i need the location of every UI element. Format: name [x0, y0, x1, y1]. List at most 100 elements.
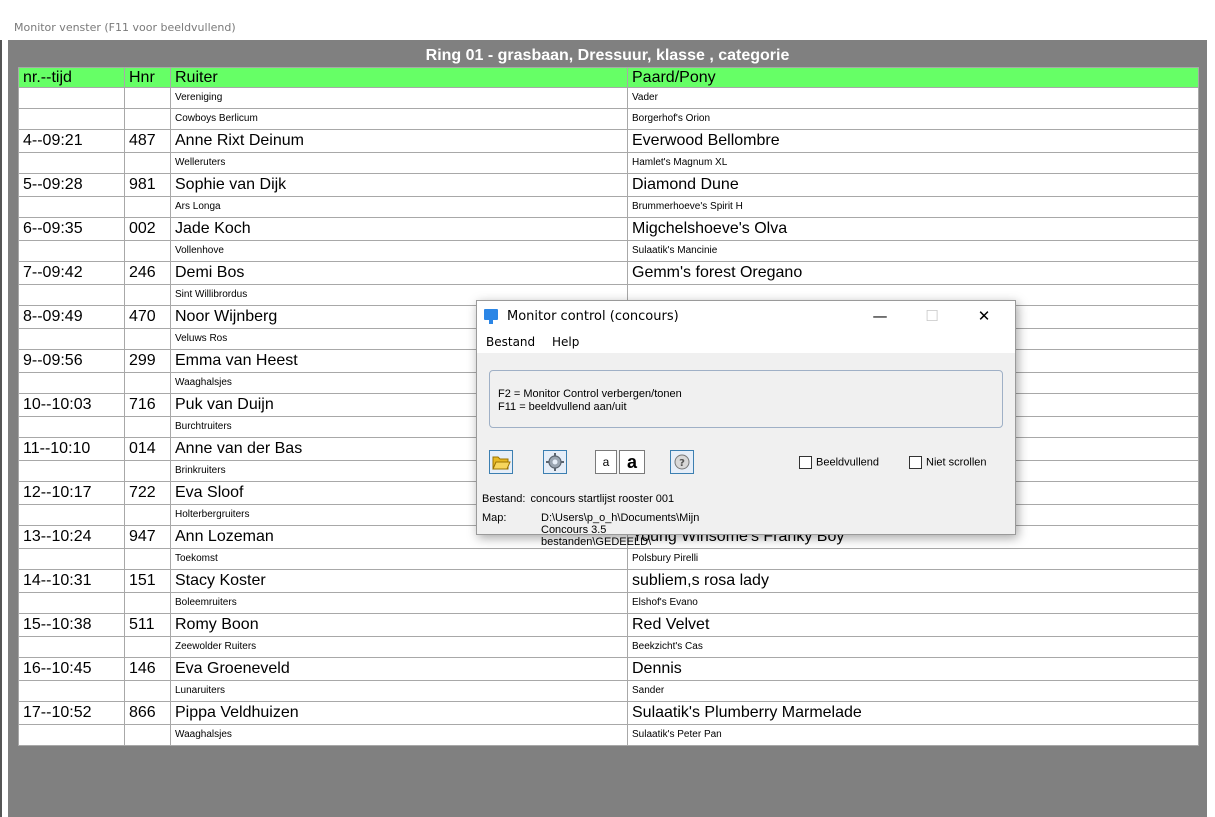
table-subrow: Cowboys Berlicum Borgerhof's Orion [18, 108, 1199, 130]
cell-horse: Everwood Bellombre [627, 129, 1199, 153]
no-scroll-checkbox[interactable]: Niet scrollen [909, 456, 987, 469]
menu-bestand[interactable]: Bestand [486, 335, 535, 349]
dialog-titlebar[interactable]: Monitor control (concours) — ☐ ✕ [477, 301, 1015, 331]
monitor-control-dialog: Monitor control (concours) — ☐ ✕ Bestand… [476, 300, 1016, 548]
window-edge [0, 40, 2, 817]
cell-time: 4--09:21 [18, 129, 125, 153]
cell-time: 6--09:35 [18, 217, 125, 241]
close-button[interactable]: ✕ [961, 301, 1007, 331]
cell-hnr: 014 [124, 437, 171, 461]
font-smaller-button[interactable]: a [595, 450, 617, 474]
cell-rider: Sophie van Dijk [170, 173, 628, 197]
cell-time: 11--10:10 [18, 437, 125, 461]
cell-time: 12--10:17 [18, 481, 125, 505]
table-row: 7--09:42 246 Demi Bos Gemm's forest Oregano [18, 261, 1199, 285]
cell-time: 7--09:42 [18, 261, 125, 285]
cell-hnr: 470 [124, 305, 171, 329]
cell-hnr: 146 [124, 657, 171, 681]
cell-time: 9--09:56 [18, 349, 125, 373]
table-row: 4--09:21 487 Anne Rixt Deinum Everwood Bell… [18, 129, 1199, 153]
cell-sire: Sander [627, 680, 1199, 702]
file-info-line: Bestand: concours startlijst rooster 001 [482, 493, 674, 505]
cell-sire: Hamlet's Magnum XL [627, 152, 1199, 174]
svg-text:?: ? [679, 458, 685, 469]
cell-sire: Beekzicht's Cas [627, 636, 1199, 658]
cell-sire: Sulaatik's Mancinie [627, 240, 1199, 262]
cell-hnr: 151 [124, 569, 171, 593]
maximize-button[interactable]: ☐ [909, 301, 955, 331]
cell-hnr: 299 [124, 349, 171, 373]
window-title: Monitor venster (F11 voor beeldvullend) [14, 21, 236, 34]
cell-horse: Dennis [627, 657, 1199, 681]
table-subrow: Vollenhove Sulaatik's Mancinie [18, 240, 1199, 262]
minimize-button[interactable]: — [857, 301, 903, 331]
cell-hnr: 866 [124, 701, 171, 725]
cell-club: Cowboys Berlicum [170, 108, 628, 130]
cell-sire: Polsbury Pirelli [627, 548, 1199, 570]
cell-time: 16--10:45 [18, 657, 125, 681]
cell-time: 8--09:49 [18, 305, 125, 329]
table-row: 15--10:38 511 Romy Boon Red Velvet [18, 613, 1199, 637]
cell-rider: Stacy Koster [170, 569, 628, 593]
table-subrow: Zeewolder Ruiters Beekzicht's Cas [18, 636, 1199, 658]
cell-club: Waaghalsjes [170, 724, 628, 746]
cell-club: Ars Longa [170, 196, 628, 218]
cell-club: Boleemruiters [170, 592, 628, 614]
table-header-row: nr.--tijd Hnr Ruiter Paard/Pony [18, 67, 1199, 88]
settings-button[interactable] [543, 450, 567, 474]
col-header-club: Vereniging [170, 87, 628, 109]
cell-hnr: 511 [124, 613, 171, 637]
table-subrow: Ars Longa Brummerhoeve's Spirit H [18, 196, 1199, 218]
shortcut-f2-text: F2 = Monitor Control verbergen/tonen [498, 388, 682, 400]
col-header-rider: Ruiter [170, 67, 628, 88]
col-header-horse: Paard/Pony [627, 67, 1199, 88]
cell-rider: Anne Rixt Deinum [170, 129, 628, 153]
cell-hnr: 981 [124, 173, 171, 197]
col-header-sire: Vader [627, 87, 1199, 109]
menu-help[interactable]: Help [552, 335, 579, 349]
table-subrow: Waaghalsjes Sulaatik's Peter Pan [18, 724, 1199, 746]
table-subrow: Welleruters Hamlet's Magnum XL [18, 152, 1199, 174]
open-file-button[interactable] [489, 450, 513, 474]
shortcut-f11-text: F11 = beeldvullend aan/uit [498, 401, 627, 413]
cell-rider: Romy Boon [170, 613, 628, 637]
col-header-hnr: Hnr [124, 67, 171, 88]
shortcut-info-box: F2 = Monitor Control verbergen/tonen F11… [489, 370, 1003, 428]
cell-hnr: 716 [124, 393, 171, 417]
cell-rider: Jade Koch [170, 217, 628, 241]
no-scroll-checkbox-box[interactable] [909, 456, 922, 469]
ring-title: Ring 01 - grasbaan, Dressuur, klasse , c… [425, 47, 790, 64]
cell-hnr: 722 [124, 481, 171, 505]
gear-icon [546, 453, 564, 471]
dialog-menubar: Bestand Help [477, 331, 1015, 353]
file-value: concours startlijst rooster 001 [530, 493, 675, 505]
font-larger-button[interactable]: a [619, 450, 645, 474]
fullscreen-checkbox-label: Beeldvullend [816, 456, 879, 469]
cell-club: Toekomst [170, 548, 628, 570]
cell-time: 17--10:52 [18, 701, 125, 725]
cell-rider: Pippa Veldhuizen [170, 701, 628, 725]
cell-horse: Gemm's forest Oregano [627, 261, 1199, 285]
cell-club: Zeewolder Ruiters [170, 636, 628, 658]
col-header-time: nr.--tijd [18, 67, 125, 88]
table-subheader-row: Vereniging Vader [18, 87, 1199, 109]
folder-open-icon [492, 456, 511, 470]
cell-horse: Sulaatik's Plumberry Marmelade [627, 701, 1199, 725]
cell-horse: Red Velvet [627, 613, 1199, 637]
cell-rider: Eva Groeneveld [170, 657, 628, 681]
table-row: 14--10:31 151 Stacy Koster subliem,s rosa l… [18, 569, 1199, 593]
monitor-app-icon [484, 309, 498, 324]
cell-horse: subliem,s rosa lady [627, 569, 1199, 593]
cell-horse: Diamond Dune [627, 173, 1199, 197]
cell-hnr: 002 [124, 217, 171, 241]
fullscreen-checkbox-box[interactable] [799, 456, 812, 469]
file-label: Bestand: [482, 493, 526, 505]
help-button[interactable]: ? [670, 450, 694, 474]
cell-horse: Migchelshoeve's Olva [627, 217, 1199, 241]
map-label: Map: [482, 512, 507, 524]
cell-club: Vollenhove [170, 240, 628, 262]
cell-time: 14--10:31 [18, 569, 125, 593]
fullscreen-checkbox[interactable]: Beeldvullend [799, 456, 879, 469]
table-subrow: Lunaruiters Sander [18, 680, 1199, 702]
window-titlebar: Monitor venster (F11 voor beeldvullend) [0, 0, 1215, 40]
